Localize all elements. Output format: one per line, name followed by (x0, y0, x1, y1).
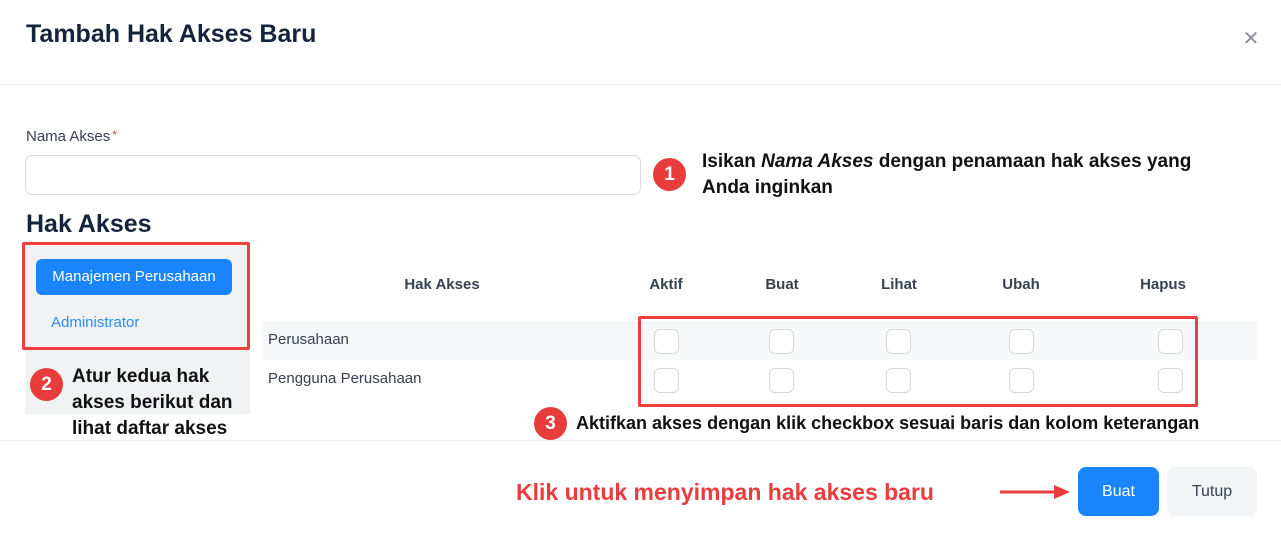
column-header-lihat: Lihat (881, 276, 917, 293)
modal-header: Tambah Hak Akses Baru ✕ (0, 0, 1281, 85)
step-note-1: Isikan Nama Akses dengan penamaan hak ak… (702, 149, 1242, 201)
name-field-label: Nama Akses * (26, 128, 117, 145)
access-name-input[interactable] (25, 155, 641, 195)
column-header-hapus: Hapus (1140, 276, 1186, 293)
highlight-box-checkboxes (638, 316, 1198, 407)
step-badge-1: 1 (653, 158, 686, 191)
step-badge-2: 2 (30, 368, 63, 401)
footer-divider (0, 440, 1281, 441)
submit-button[interactable]: Buat (1078, 467, 1159, 516)
add-access-modal: Tambah Hak Akses Baru ✕ Nama Akses * Hak … (0, 0, 1281, 540)
access-section-title: Hak Akses (26, 210, 152, 238)
step-note-1-em: Nama Akses (761, 151, 874, 172)
column-header-hak-akses: Hak Akses (404, 276, 480, 293)
step-note-3: Aktifkan akses dengan klik checkbox sesu… (576, 413, 1200, 433)
column-header-aktif: Aktif (649, 276, 683, 293)
step-note-1-before: Isikan (702, 151, 762, 172)
name-label-text: Nama Akses (26, 128, 111, 145)
column-header-ubah: Ubah (1002, 276, 1040, 293)
step-note-2: Atur kedua hak akses berikut dan lihat d… (72, 366, 233, 439)
cta-annotation: Klik untuk menyimpan hak akses baru (516, 479, 934, 505)
row-label-pengguna-perusahaan: Pengguna Perusahaan (268, 370, 422, 387)
arrow-right-icon (1000, 485, 1070, 499)
required-mark: * (112, 128, 117, 142)
column-header-buat: Buat (765, 276, 799, 293)
close-button[interactable]: Tutup (1167, 467, 1257, 516)
row-label-perusahaan: Perusahaan (268, 331, 349, 348)
modal-title: Tambah Hak Akses Baru (26, 20, 317, 48)
highlight-box-tabs (22, 242, 250, 350)
close-icon[interactable]: ✕ (1240, 28, 1262, 50)
step-badge-3: 3 (534, 407, 567, 440)
